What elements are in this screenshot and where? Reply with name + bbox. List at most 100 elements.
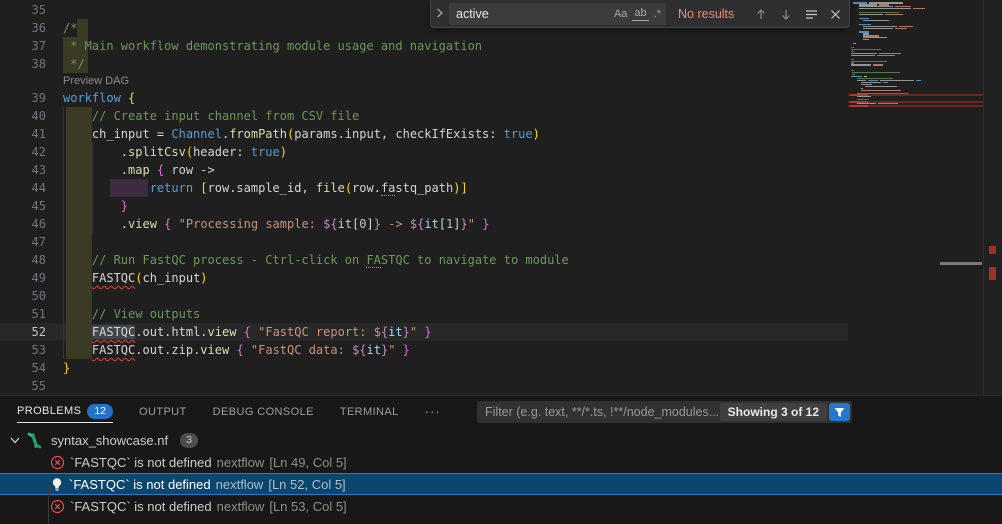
line-content: */ [46, 55, 85, 73]
code-line[interactable]: 39workflow { [0, 89, 848, 107]
tab-debug-console[interactable]: DEBUG CONSOLE [213, 400, 314, 423]
line-number: 42 [0, 143, 46, 161]
find-input[interactable]: active Aa ab .* [449, 3, 666, 25]
tab-output[interactable]: OUTPUT [139, 400, 187, 423]
line-number: 46 [0, 215, 46, 233]
code-line[interactable]: 54} [0, 359, 848, 377]
overview-ruler[interactable] [983, 0, 1002, 395]
problem-message: `FASTQC` is not defined [70, 499, 212, 514]
next-match-icon[interactable] [778, 6, 794, 22]
ruler-error-mark [989, 246, 996, 254]
line-number: 51 [0, 305, 46, 323]
line-content: } [46, 197, 128, 215]
error-icon [50, 499, 65, 514]
regex-icon[interactable]: .* [652, 7, 663, 21]
error-icon [50, 455, 65, 470]
problem-row[interactable]: `FASTQC` is not definednextflow[Ln 49, C… [0, 451, 1002, 473]
line-content: // Create input channel from CSV file [46, 107, 359, 125]
minimap-error-bar [848, 101, 983, 104]
filter-funnel-icon[interactable] [829, 403, 850, 421]
line-content: .view { "Processing sample: ${it[0]} -> … [46, 215, 489, 233]
code-editor[interactable]: 3536/*37 * Main workflow demonstrating m… [0, 0, 1002, 395]
toggle-replace-icon[interactable] [431, 5, 449, 23]
problem-row[interactable]: `FASTQC` is not definednextflow[Ln 52, C… [0, 473, 1002, 495]
problem-source: nextflow [216, 477, 264, 492]
code-line[interactable]: 48 // Run FastQC process - Ctrl-click on… [0, 251, 848, 269]
problems-filter-input[interactable]: Filter (e.g. text, **/*.ts, !**/node_mod… [477, 401, 852, 423]
problem-location: [Ln 53, Col 5] [269, 499, 346, 514]
more-tabs-icon[interactable]: ··· [425, 404, 441, 419]
tab-problems[interactable]: PROBLEMS 12 [17, 400, 113, 423]
line-number: 48 [0, 251, 46, 269]
showing-count-badge: Showing 3 of 12 [720, 403, 827, 421]
line-number: 55 [0, 377, 46, 395]
code-line[interactable]: 53 FASTQC.out.zip.view { "FastQC data: $… [0, 341, 848, 359]
filter-placeholder: Filter (e.g. text, **/*.ts, !**/node_mod… [477, 405, 720, 419]
code-lines[interactable]: 3536/*37 * Main workflow demonstrating m… [0, 1, 848, 395]
minimap[interactable] [848, 0, 983, 395]
find-results-status: No results [678, 7, 748, 21]
code-line[interactable]: 52 FASTQC.out.html.view { "FastQC report… [0, 323, 848, 341]
match-case-icon[interactable]: Aa [612, 7, 629, 21]
lightbulb-icon [50, 477, 64, 492]
line-number: 39 [0, 89, 46, 107]
code-line[interactable]: 41 ch_input = Channel.fromPath(params.in… [0, 125, 848, 143]
line-content: // View outputs [46, 305, 200, 323]
line-number: 35 [0, 1, 46, 19]
line-number: 49 [0, 269, 46, 287]
tree-indent-guide [48, 484, 49, 524]
find-widget: active Aa ab .* No results [430, 0, 850, 28]
code-line[interactable]: 38 */ [0, 55, 848, 73]
problem-rows: `FASTQC` is not definednextflow[Ln 49, C… [0, 451, 1002, 517]
code-line[interactable]: 40 // Create input channel from CSV file [0, 107, 848, 125]
minimap-range-indicator [940, 262, 982, 265]
file-name: syntax_showcase.nf [51, 433, 168, 448]
line-number: 37 [0, 37, 46, 55]
problems-file-row[interactable]: syntax_showcase.nf 3 [0, 429, 1002, 451]
line-number: 44 [0, 179, 46, 197]
problem-source: nextflow [217, 455, 265, 470]
line-number: 40 [0, 107, 46, 125]
tab-label: OUTPUT [139, 406, 187, 418]
code-line[interactable]: 45 } [0, 197, 848, 215]
line-content: workflow { [46, 89, 135, 107]
minimap-error-bar [848, 105, 983, 108]
line-number: 45 [0, 197, 46, 215]
code-line[interactable]: 42 .splitCsv(header: true) [0, 143, 848, 161]
code-line[interactable]: 47 [0, 233, 848, 251]
previous-match-icon[interactable] [753, 6, 769, 22]
code-line[interactable]: 37 * Main workflow demonstrating module … [0, 37, 848, 55]
line-number: 38 [0, 55, 46, 73]
vscode-window: 3536/*37 * Main workflow demonstrating m… [0, 0, 1002, 524]
line-content: FASTQC.out.zip.view { "FastQC data: ${it… [46, 341, 410, 359]
code-line[interactable]: 51 // View outputs [0, 305, 848, 323]
codelens-link[interactable]: Preview DAG [46, 73, 129, 89]
code-line[interactable]: 46 .view { "Processing sample: ${it[0]} … [0, 215, 848, 233]
find-in-selection-icon[interactable] [803, 6, 819, 22]
minimap-error-bar [848, 94, 983, 97]
tab-label: DEBUG CONSOLE [213, 406, 314, 418]
line-number: 50 [0, 287, 46, 305]
line-content: FASTQC(ch_input) [46, 269, 208, 287]
line-number: 54 [0, 359, 46, 377]
problem-source: nextflow [217, 499, 265, 514]
code-line[interactable]: 44 return [row.sample_id, file(row.fastq… [0, 179, 848, 197]
tab-label: TERMINAL [340, 406, 399, 418]
code-line[interactable]: 43 .map { row -> [0, 161, 848, 179]
problem-row[interactable]: `FASTQC` is not defined nextflow [Ln 53, C… [0, 495, 1002, 517]
code-line[interactable]: 49 FASTQC(ch_input) [0, 269, 848, 287]
line-number: 52 [0, 323, 46, 341]
tab-label: PROBLEMS [17, 405, 81, 417]
line-number: 53 [0, 341, 46, 359]
problems-tree: syntax_showcase.nf 3 `FASTQC` is not def… [0, 429, 1002, 517]
code-line[interactable]: 55 [0, 377, 848, 395]
code-line[interactable]: 50 [0, 287, 848, 305]
file-problem-count-badge: 3 [180, 433, 198, 448]
bottom-panel: PROBLEMS 12 OUTPUT DEBUG CONSOLE TERMINA… [0, 395, 1002, 524]
whole-word-icon[interactable]: ab [632, 6, 648, 21]
line-content: } [46, 359, 70, 377]
line-content: FASTQC.out.html.view { "FastQC report: $… [46, 323, 432, 341]
tab-terminal[interactable]: TERMINAL [340, 400, 399, 423]
problem-location: [Ln 52, Col 5] [268, 477, 345, 492]
close-find-icon[interactable] [827, 6, 843, 22]
